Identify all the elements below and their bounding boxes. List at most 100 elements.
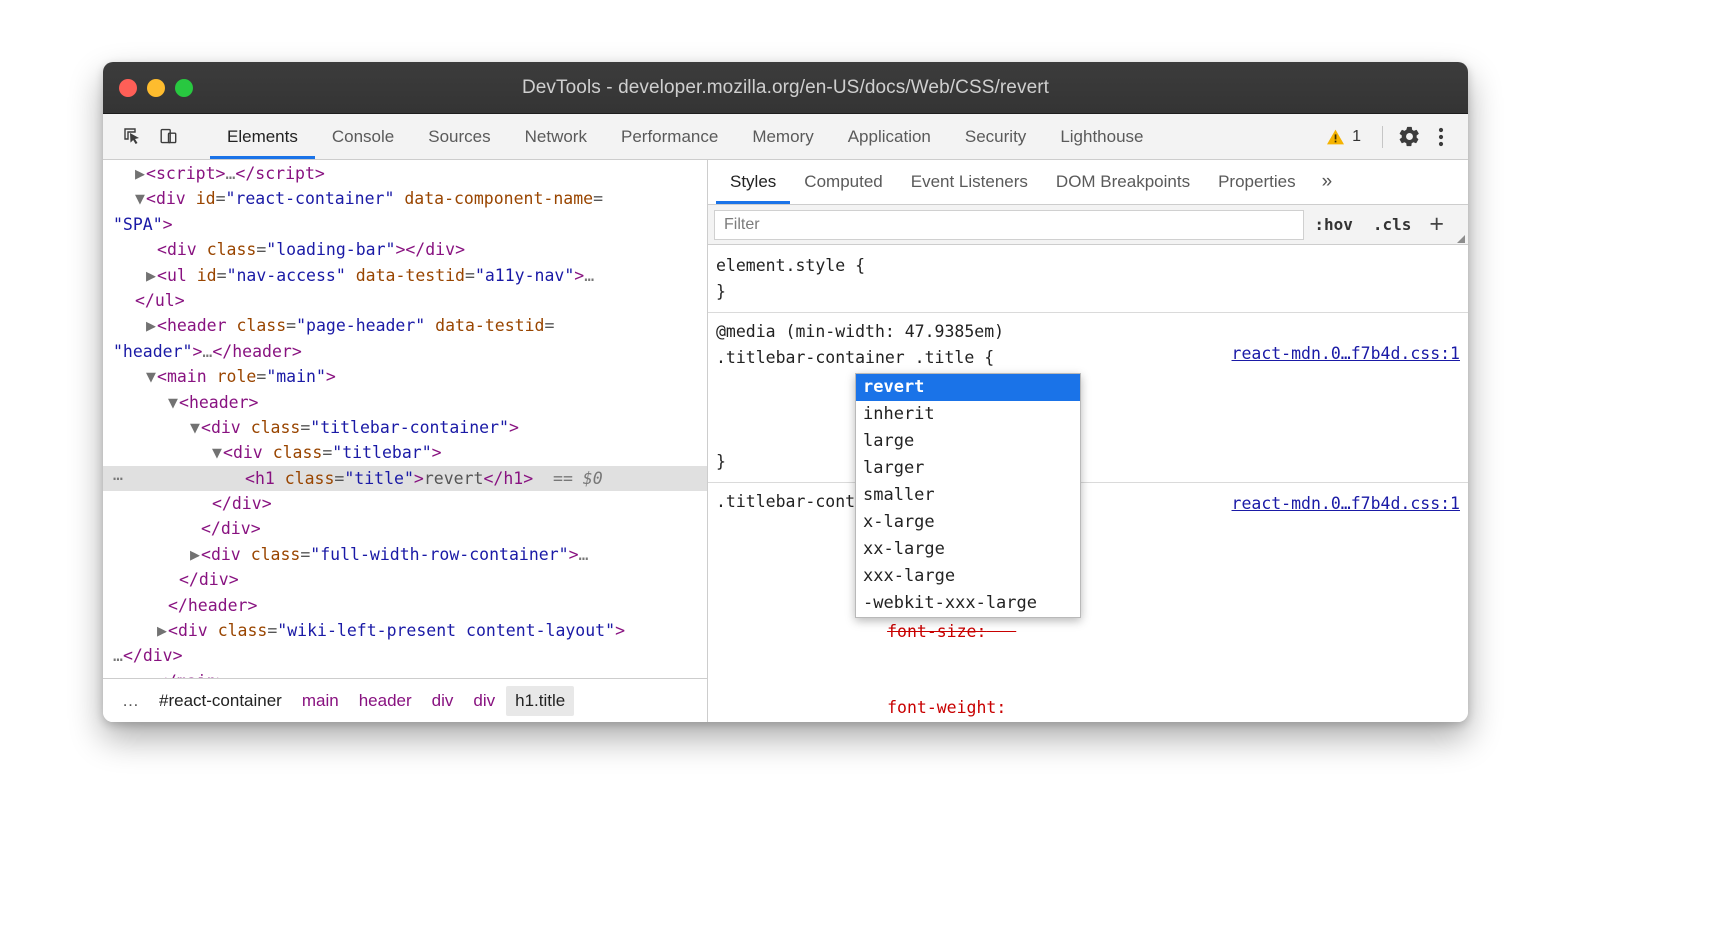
css-declaration[interactable]: font-size: revert; [712, 370, 1468, 449]
dom-node[interactable]: </div> [103, 516, 707, 541]
tab-security-label: Security [965, 127, 1026, 147]
dom-node[interactable]: ▶<script>…</script> [103, 161, 707, 186]
tab-event-listeners-label: Event Listeners [911, 172, 1028, 192]
collapse-triangle-icon[interactable]: ▼ [212, 440, 223, 465]
autocomplete-option-large[interactable]: large [856, 428, 1080, 455]
autocomplete-option--webkit-xxx-large[interactable]: -webkit-xxx-large [856, 590, 1080, 617]
dom-node[interactable]: ▼<div id="react-container" data-componen… [103, 186, 707, 211]
dom-tree[interactable]: ▶<script>…</script>▼<div id="react-conta… [103, 160, 707, 678]
collapse-triangle-icon[interactable]: ▼ [146, 364, 157, 389]
inspect-element-icon[interactable] [117, 122, 147, 152]
tab-security[interactable]: Security [948, 114, 1043, 159]
node-badge-icon[interactable]: ⋯ [113, 466, 124, 491]
css-origin-link[interactable]: react-mdn.0…f7b4d.css:1 [1232, 341, 1460, 367]
tab-properties[interactable]: Properties [1204, 160, 1309, 204]
device-toolbar-icon[interactable] [153, 122, 183, 152]
new-style-rule-button[interactable]: + [1421, 212, 1456, 237]
css-rule-titlebar-title[interactable]: .titlebar-container .title { react-mdn.0… [708, 483, 1468, 722]
css-rules-list[interactable]: element.style { } @media (min-width: 47.… [708, 245, 1468, 722]
tab-console[interactable]: Console [315, 114, 411, 159]
css-declaration[interactable]: font-weight: [712, 670, 1468, 723]
autocomplete-option-inherit[interactable]: inherit [856, 401, 1080, 428]
dom-node[interactable]: ▶<header class="page-header" data-testid… [103, 313, 707, 338]
hov-toggle-button[interactable]: :hov [1304, 215, 1363, 234]
dom-node[interactable]: ▼<header> [103, 390, 707, 415]
breadcrumb-item-4[interactable]: div [423, 686, 463, 716]
kebab-menu-icon[interactable] [1426, 122, 1456, 152]
breadcrumb-item-3[interactable]: header [350, 686, 421, 716]
maximize-window-button[interactable] [175, 79, 193, 97]
css-origin-link[interactable]: react-mdn.0…f7b4d.css:1 [1232, 491, 1460, 517]
toolbar-right-divider [1382, 126, 1383, 148]
breadcrumb-item-0[interactable]: … [115, 686, 148, 716]
breadcrumb-item-1[interactable]: #react-container [150, 686, 291, 716]
autocomplete-option-smaller[interactable]: smaller [856, 482, 1080, 509]
filter-input[interactable] [714, 210, 1304, 240]
value-autocomplete-dropdown[interactable]: revertinheritlargelargersmallerx-largexx… [855, 373, 1081, 618]
tab-dom-breakpoints[interactable]: DOM Breakpoints [1042, 160, 1204, 204]
expand-triangle-icon[interactable]: ▶ [157, 618, 168, 643]
dom-node[interactable]: <div class="loading-bar"></div> [103, 237, 707, 262]
expand-triangle-icon[interactable]: ▶ [146, 263, 157, 288]
breadcrumb-item-5[interactable]: div [464, 686, 504, 716]
devtools-window: DevTools - developer.mozilla.org/en-US/d… [103, 62, 1468, 722]
breadcrumb-item-6[interactable]: h1.title [506, 686, 574, 716]
dom-node[interactable]: ▶<div class="full-width-row-container">… [103, 542, 707, 567]
styles-sidebar-tabs: Styles Computed Event Listeners DOM Brea… [708, 160, 1468, 205]
css-rule-titlebar-title-media[interactable]: @media (min-width: 47.9385em) .titlebar-… [708, 313, 1468, 483]
tab-elements[interactable]: Elements [210, 114, 315, 159]
dom-node[interactable]: "SPA"> [103, 212, 707, 237]
dom-node[interactable]: </div> [103, 567, 707, 592]
tab-application[interactable]: Application [831, 114, 948, 159]
autocomplete-option-xx-large[interactable]: xx-large [856, 536, 1080, 563]
dom-node[interactable]: "header">…</header> [103, 339, 707, 364]
tab-computed[interactable]: Computed [790, 160, 896, 204]
dom-node[interactable]: ▼<div class="titlebar-container"> [103, 415, 707, 440]
dom-node[interactable]: ▼<main role="main"> [103, 364, 707, 389]
css-declaration[interactable]: font-size: [712, 593, 1468, 670]
tab-network-label: Network [525, 127, 587, 147]
tab-styles[interactable]: Styles [716, 160, 790, 204]
autocomplete-option-xxx-large[interactable]: xxx-large [856, 563, 1080, 590]
dom-node[interactable]: ▼<div class="titlebar"> [103, 440, 707, 465]
expand-triangle-icon[interactable]: ▶ [146, 313, 157, 338]
tab-sources[interactable]: Sources [411, 114, 507, 159]
more-tabs-icon[interactable]: » [1310, 160, 1345, 204]
cls-toggle-button[interactable]: .cls [1363, 215, 1422, 234]
css-rule-element-style[interactable]: element.style { } [708, 245, 1468, 313]
collapse-triangle-icon[interactable]: ▼ [190, 415, 201, 440]
tab-computed-label: Computed [804, 172, 882, 192]
minimize-window-button[interactable] [147, 79, 165, 97]
close-window-button[interactable] [119, 79, 137, 97]
dom-node[interactable]: ▶<div class="wiki-left-present content-l… [103, 618, 707, 643]
tab-performance[interactable]: Performance [604, 114, 735, 159]
resize-grip-icon[interactable] [1456, 234, 1466, 244]
autocomplete-option-larger[interactable]: larger [856, 455, 1080, 482]
autocomplete-option-revert[interactable]: revert [856, 374, 1080, 401]
dom-node[interactable]: </header> [103, 593, 707, 618]
tab-network[interactable]: Network [508, 114, 604, 159]
tab-elements-label: Elements [227, 127, 298, 147]
css-declaration[interactable]: flex: ▶1 1; [712, 515, 1468, 594]
expand-triangle-icon[interactable]: ▶ [190, 542, 201, 567]
dom-node[interactable]: </main> [103, 669, 707, 678]
collapse-triangle-icon[interactable]: ▼ [168, 390, 179, 415]
dom-node[interactable]: </ul> [103, 288, 707, 313]
dom-node[interactable]: </div> [103, 491, 707, 516]
dom-node-selected[interactable]: ⋯<h1 class="title">revert</h1> == $0 [103, 466, 707, 491]
tab-event-listeners[interactable]: Event Listeners [897, 160, 1042, 204]
gear-icon[interactable] [1394, 122, 1424, 152]
expand-triangle-icon[interactable]: ▶ [135, 161, 146, 186]
autocomplete-option-x-large[interactable]: x-large [856, 509, 1080, 536]
tab-memory[interactable]: Memory [735, 114, 830, 159]
tab-lighthouse[interactable]: Lighthouse [1043, 114, 1160, 159]
tab-application-label: Application [848, 127, 931, 147]
tab-performance-label: Performance [621, 127, 718, 147]
warning-indicator[interactable]: 1 [1322, 128, 1371, 146]
tab-console-label: Console [332, 127, 394, 147]
breadcrumb-item-2[interactable]: main [293, 686, 348, 716]
collapse-triangle-icon[interactable]: ▼ [135, 186, 146, 211]
tab-lighthouse-label: Lighthouse [1060, 127, 1143, 147]
dom-node[interactable]: ▶<ul id="nav-access" data-testid="a11y-n… [103, 263, 707, 288]
dom-node[interactable]: …</div> [103, 643, 707, 668]
